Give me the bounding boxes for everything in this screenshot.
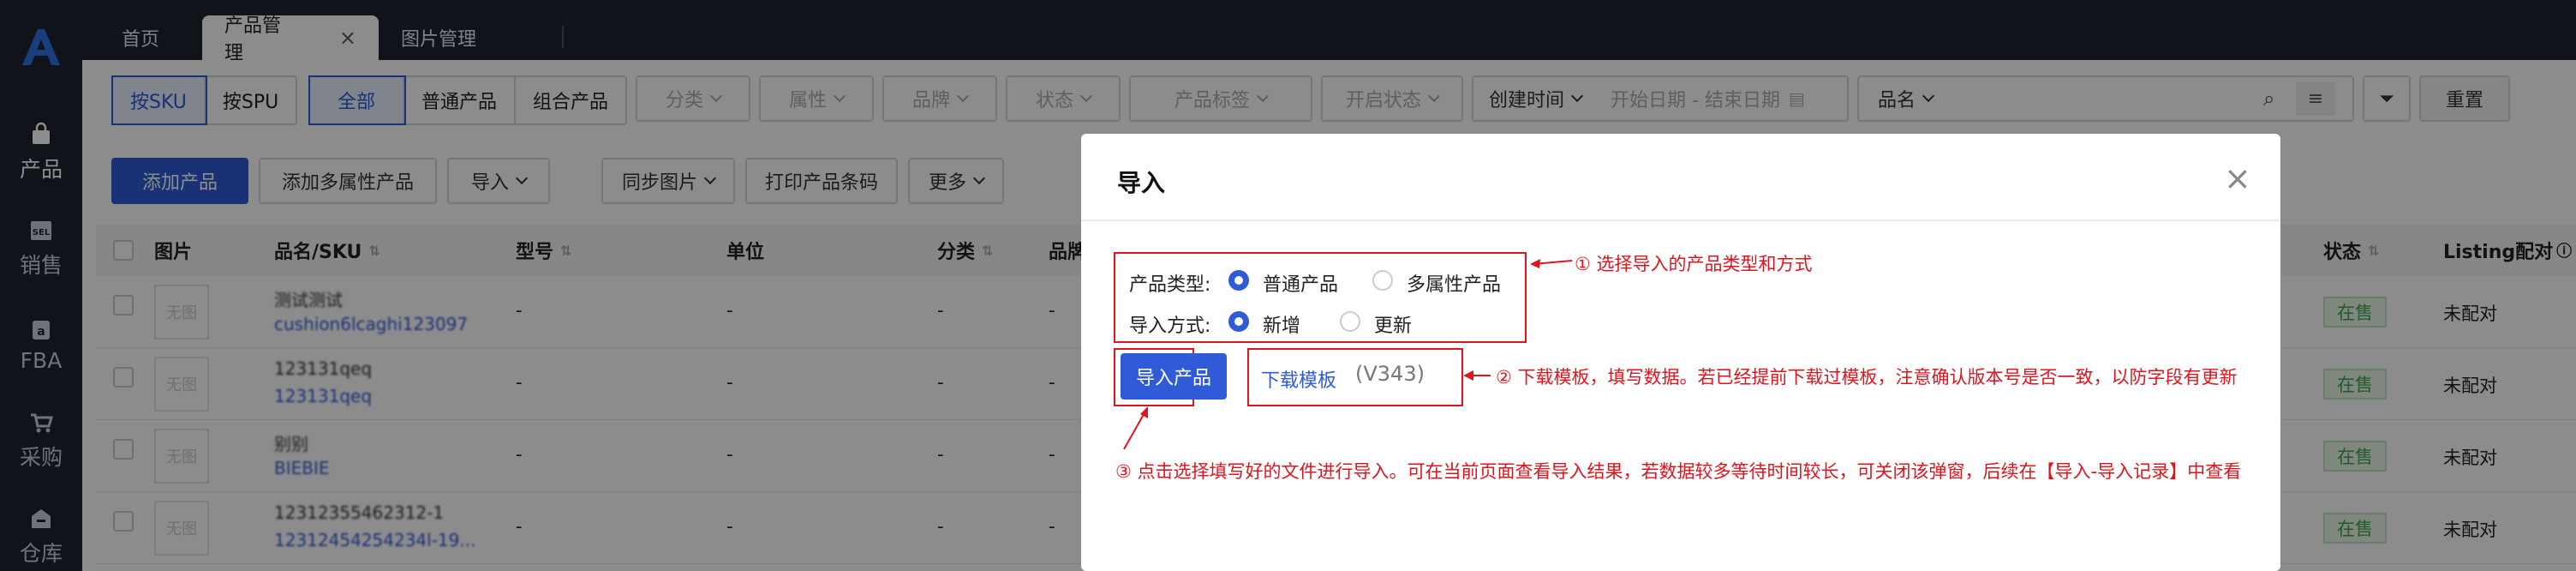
radio-mode-new[interactable] [1228, 311, 1249, 332]
annotation-step1: ① 选择导入的产品类型和方式 [1575, 254, 1813, 274]
download-template-link[interactable]: 下载模板 [1261, 365, 1336, 393]
import-product-button[interactable]: 导入产品 [1121, 353, 1227, 400]
close-icon[interactable]: × [2224, 159, 2251, 197]
multi-product-label[interactable]: 多属性产品 [1407, 269, 1501, 297]
radio-mode-update[interactable] [1340, 311, 1360, 332]
import-modal: 导入 × 产品类型: 普通产品 多属性产品 导入方式: 新增 更新 导入产品 下… [1081, 134, 2280, 571]
annotation-step2: ② 下载模板，填写数据。若已经提前下载过模板，注意确认版本号是否一致，以防字段有… [1496, 367, 2238, 388]
product-type-label: 产品类型: [1129, 274, 1211, 296]
template-version: (V343) [1355, 362, 1425, 386]
modal-title: 导入 [1117, 169, 1166, 197]
mode-new-label[interactable]: 新增 [1263, 310, 1300, 338]
normal-product-label[interactable]: 普通产品 [1263, 269, 1338, 297]
import-mode-label: 导入方式: [1129, 316, 1211, 337]
annotation-step3: ③ 点击选择填写好的文件进行导入。可在当前页面查看导入结果，若数据较多等待时间较… [1115, 461, 2242, 482]
modal-divider [1081, 219, 2280, 221]
radio-normal-product[interactable] [1228, 270, 1249, 291]
mode-update-label[interactable]: 更新 [1374, 310, 1412, 338]
radio-multi-product[interactable] [1372, 270, 1393, 291]
